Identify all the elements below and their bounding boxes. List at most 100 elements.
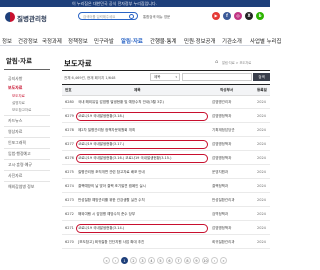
table-row[interactable]: 6280 국내 해외유입 감염병 발생현황 및 예방수칙 안내(3월 3주) 감염병… (62, 96, 270, 109)
search-box[interactable]: 검색어를 입력해주세요 (78, 12, 138, 20)
row-title-link[interactable]: [보도참고] 희귀질환 진단지원 사업 확대 추진 (78, 240, 206, 245)
page-button[interactable]: 10 (202, 257, 209, 264)
breadcrumb[interactable]: 알림·자료 > 보도자료 (222, 60, 251, 65)
row-date: 2024 (257, 198, 266, 202)
row-title-link[interactable]: 코로나19 국내발생현황(3.14.) (76, 224, 208, 233)
table-header: 번호 제목 작성부서 등록일 (62, 85, 270, 96)
col-no: 번호 (65, 87, 72, 92)
row-date: 2024 (257, 226, 266, 230)
row-date: 2024 (257, 142, 266, 146)
page-button[interactable]: › (211, 257, 218, 264)
sidebar-title: 알림·자료 (6, 57, 32, 65)
table-row[interactable]: 6275 질병관리청 조직개편 관련 참고자료 배포 안내 운영지원과 2024 (62, 166, 270, 179)
sidebar-item[interactable]: 해외감염병 정보 (8, 184, 34, 190)
home-icon[interactable]: ⌂ (215, 59, 218, 65)
nav-item[interactable]: 민원·정보공개 (184, 37, 215, 45)
row-title-link[interactable]: 제2차 질병관리청 정책자문위원회 개최 (78, 128, 206, 133)
sidebar-subitem[interactable]: 보도참고자료 (12, 108, 31, 113)
row-department: 운영지원과 (212, 170, 229, 174)
sidebar-subitem[interactable]: 보도자료 (12, 94, 25, 99)
page-button[interactable]: 1 (121, 257, 128, 264)
table-row[interactable]: 6271 코로나19 국내발생현황(3.14.) 감염병정책과 2024 (62, 222, 270, 235)
row-title-link[interactable]: 해외여행 시 감염병 예방수칙 준수 당부 (78, 212, 206, 217)
util-links[interactable]: 통합검색 메뉴 영문 (143, 14, 170, 19)
row-department: 희귀질환관리과 (212, 240, 235, 244)
page-button[interactable]: 9 (193, 257, 200, 264)
nav-item[interactable]: 정책정보 (68, 37, 88, 45)
table-row[interactable]: 6270 [보도참고] 희귀질환 진단지원 사업 확대 추진 희귀질환관리과 2024 (62, 236, 270, 249)
sidebar-divider (4, 159, 50, 160)
page-button[interactable]: 4 (148, 257, 155, 264)
sidebar-divider (4, 69, 50, 70)
search-icon[interactable] (129, 14, 134, 20)
nav-item[interactable]: 기관소개 (222, 37, 242, 45)
page-button[interactable]: 3 (139, 257, 146, 264)
page-button[interactable]: « (103, 257, 110, 264)
blog-icon[interactable]: b (256, 12, 264, 20)
table-row[interactable]: 6278 제2차 질병관리청 정책자문위원회 개최 기획재정담당관 2024 (62, 124, 270, 137)
page-button[interactable]: 7 (175, 257, 182, 264)
sidebar-item[interactable]: 보도자료 (8, 85, 22, 91)
table-row[interactable]: 6279 코로나19 국내발생현황(3.18.) 감염병정책과 2024 (62, 110, 270, 123)
nav-item[interactable]: 국정과제 (42, 37, 62, 45)
row-title-link[interactable]: 코로나19 국내발생현황(3.18.) (76, 112, 208, 121)
row-number: 6273 (65, 198, 74, 202)
youtube-icon[interactable]: ▶ (212, 12, 220, 20)
sidebar-item[interactable]: 영상자료 (8, 129, 22, 135)
table-row[interactable]: 6277 코로나19 국내발생현황(3.17.) 감염병정책과 2024 (62, 138, 270, 151)
sidebar-item[interactable]: 공지사항 (8, 76, 22, 82)
table-row[interactable]: 6272 해외여행 시 감염병 예방수칙 준수 당부 검역정책과 2024 (62, 208, 270, 221)
row-department: 감염병정책과 (212, 156, 232, 160)
sidebar-divider (4, 170, 50, 171)
nav-item[interactable]: 사업별 누리집 (250, 37, 281, 45)
row-date: 2024 (257, 128, 266, 132)
sidebar-item[interactable]: 입법·행정예고 (8, 151, 31, 157)
search-field-select[interactable]: 제목 ▾ (150, 73, 180, 81)
sidebar-item[interactable]: 고시·훈령·예규 (8, 162, 32, 168)
facebook-icon[interactable]: f (223, 12, 231, 20)
row-date: 2024 (257, 184, 266, 188)
nav-item[interactable]: 건강정보 (18, 37, 38, 45)
sidebar-subitem[interactable]: 설명자료 (12, 101, 25, 106)
main-content: 보도자료 ⌂ 알림·자료 > 보도자료 전체 6,469건, 현재 페이지 1/… (58, 46, 270, 270)
page-button[interactable]: ‹ (112, 257, 119, 264)
page-button[interactable]: 2 (130, 257, 137, 264)
page-button[interactable]: 5 (157, 257, 164, 264)
row-number: 6271 (65, 226, 74, 230)
sidebar-item[interactable]: 인포그래픽 (8, 140, 26, 146)
table-row[interactable]: 6273 만성질환 예방관리를 위한 건강생활 실천 수칙 만성질환관리과 2024 (62, 194, 270, 207)
row-title-link[interactable]: 질병관리청 조직개편 관련 참고자료 배포 안내 (78, 170, 206, 175)
row-title-link[interactable]: 국내 해외유입 감염병 발생현황 및 예방수칙 안내(3월 3주) (78, 100, 206, 105)
row-title-link[interactable]: 코로나19 국내발생현황(3.16.) 코로나19 국내발생현황(3.15.) (76, 154, 208, 163)
site-logo[interactable]: 질병관리청 (17, 13, 47, 23)
row-title-link[interactable]: 결핵예방의 날 맞아 결핵 조기발견 캠페인 실시 (78, 184, 206, 189)
instagram-icon[interactable]: ◎ (234, 12, 242, 20)
nav-item[interactable]: 간행물·통계 (150, 37, 177, 45)
nav-item[interactable]: 민구라발 (94, 37, 114, 45)
sidebar-item[interactable]: 사진자료 (8, 173, 22, 179)
page-button[interactable]: » (220, 257, 227, 264)
nav-item[interactable]: 알림·자료 (121, 37, 143, 45)
logo-icon[interactable] (5, 12, 15, 22)
row-number: 6272 (65, 212, 74, 216)
row-title-link[interactable]: 코로나19 국내발생현황(3.17.) (76, 140, 208, 149)
row-number: 6270 (65, 240, 74, 244)
table-row[interactable]: 6276 코로나19 국내발생현황(3.16.) 코로나19 국내발생현황(3.1… (62, 152, 270, 165)
sidebar-divider (4, 181, 50, 182)
search-input[interactable]: 검색어를 입력해주세요 (83, 14, 115, 19)
search-button[interactable]: 검색 (253, 73, 270, 81)
row-number: 6276 (65, 156, 74, 160)
table-row[interactable]: 6274 결핵예방의 날 맞아 결핵 조기발견 캠페인 실시 결핵정책과 2024 (62, 180, 270, 193)
row-number: 6279 (65, 114, 74, 118)
sidebar-divider (4, 126, 50, 127)
row-number: 6275 (65, 170, 74, 174)
row-number: 6277 (65, 142, 74, 146)
row-title-link[interactable]: 만성질환 예방관리를 위한 건강생활 실천 수칙 (78, 198, 206, 203)
pagination: «‹ 1 2 3 4 5 6 7 8 9 10 ›» (62, 256, 270, 266)
nav-item[interactable]: 정보 (2, 37, 12, 45)
page-button[interactable]: 8 (184, 257, 191, 264)
board-search-input[interactable] (182, 73, 252, 81)
sidebar-item[interactable]: 카드뉴스 (8, 118, 22, 124)
page-button[interactable]: 6 (166, 257, 173, 264)
twitter-icon[interactable]: X (245, 12, 253, 20)
